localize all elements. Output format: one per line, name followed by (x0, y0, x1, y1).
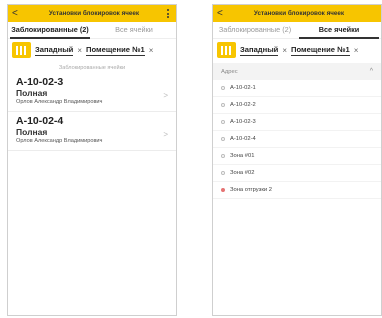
app-bar: < Установки блокировок ячеек (213, 5, 381, 22)
chevron-right-icon: > (163, 91, 168, 100)
tab-all-cells[interactable]: Все ячейки (92, 22, 176, 38)
tab-blocked[interactable]: Заблокированные (2) (213, 22, 297, 38)
tab-all-cells[interactable]: Все ячейки (297, 22, 381, 39)
cell-address: A-10-02-2 (230, 102, 256, 108)
blocked-cells-screen: < Установки блокировок ячеек Заблокирова… (7, 4, 177, 316)
back-icon[interactable]: < (217, 5, 229, 22)
status-dot-icon (221, 120, 225, 124)
more-menu-icon[interactable] (164, 9, 172, 18)
cell-code: A-10-02-3 (16, 76, 64, 88)
cell-address: Зона #01 (230, 153, 255, 159)
room-filter-chip[interactable]: Помещение №1 (291, 45, 350, 56)
warehouse-filter-chip[interactable]: Западный (35, 45, 74, 56)
warehouse-icon (12, 42, 31, 58)
clear-warehouse-icon[interactable]: × (77, 46, 82, 55)
status-dot-icon (221, 137, 225, 141)
cell-address: A-10-02-4 (230, 136, 256, 142)
clear-warehouse-icon[interactable]: × (282, 46, 287, 55)
chevron-right-icon: > (163, 130, 168, 139)
cell-user: Орлов Александр Владимирович (16, 138, 103, 144)
cell-list: A-10-02-1 A-10-02-2 A-10-02-3 A-10-02-4 … (213, 80, 381, 199)
status-dot-icon (221, 103, 225, 107)
cell-address: Зона #02 (230, 170, 255, 176)
app-bar: < Установки блокировок ячеек (8, 5, 176, 22)
list-header: Адрес ^ (213, 63, 381, 80)
clear-room-icon[interactable]: × (354, 46, 359, 55)
cell-address: A-10-02-3 (230, 119, 256, 125)
filter-bar: Западный × Помещение №1 × (8, 39, 176, 61)
cell-row[interactable]: A-10-02-1 (213, 80, 381, 97)
status-dot-icon (221, 86, 225, 90)
warehouse-icon (217, 42, 236, 58)
tab-blocked[interactable]: Заблокированные (2) (8, 22, 92, 39)
tab-bar: Заблокированные (2) Все ячейки (213, 22, 381, 39)
cell-address: A-10-02-1 (230, 85, 256, 91)
cell-address: Зона отгрузки 2 (230, 187, 272, 193)
cell-row[interactable]: Зона #01 (213, 148, 381, 165)
cell-row[interactable]: Зона отгрузки 2 (213, 182, 381, 199)
cell-row[interactable]: Зона #02 (213, 165, 381, 182)
blocked-cell-card[interactable]: A-10-02-3 Полная Орлов Александр Владими… (8, 73, 176, 112)
cell-code: A-10-02-4 (16, 115, 64, 127)
cell-row[interactable]: A-10-02-2 (213, 97, 381, 114)
tab-bar: Заблокированные (2) Все ячейки (8, 22, 176, 39)
page-title: Установки блокировок ячеек (48, 10, 140, 17)
status-dot-icon (221, 188, 225, 192)
blocked-cell-card[interactable]: A-10-02-4 Полная Орлов Александр Владими… (8, 112, 176, 151)
cell-status: Полная (16, 88, 48, 98)
back-icon[interactable]: < (12, 5, 24, 22)
clear-room-icon[interactable]: × (149, 46, 154, 55)
warehouse-filter-chip[interactable]: Западный (240, 45, 279, 56)
room-filter-chip[interactable]: Помещение №1 (86, 45, 145, 56)
cell-status: Полная (16, 127, 48, 137)
filter-bar: Западный × Помещение №1 × (213, 39, 381, 61)
page-title: Установки блокировок ячеек (253, 10, 345, 17)
cell-row[interactable]: A-10-02-3 (213, 114, 381, 131)
status-dot-icon (221, 171, 225, 175)
cell-user: Орлов Александр Владимирович (16, 99, 103, 105)
address-column-label: Адрес (221, 68, 238, 75)
sort-icon[interactable]: ^ (370, 68, 373, 75)
status-dot-icon (221, 154, 225, 158)
section-label: Заблокированные ячейки (58, 65, 126, 71)
all-cells-screen: < Установки блокировок ячеек Заблокирова… (212, 4, 382, 316)
cell-row[interactable]: A-10-02-4 (213, 131, 381, 148)
